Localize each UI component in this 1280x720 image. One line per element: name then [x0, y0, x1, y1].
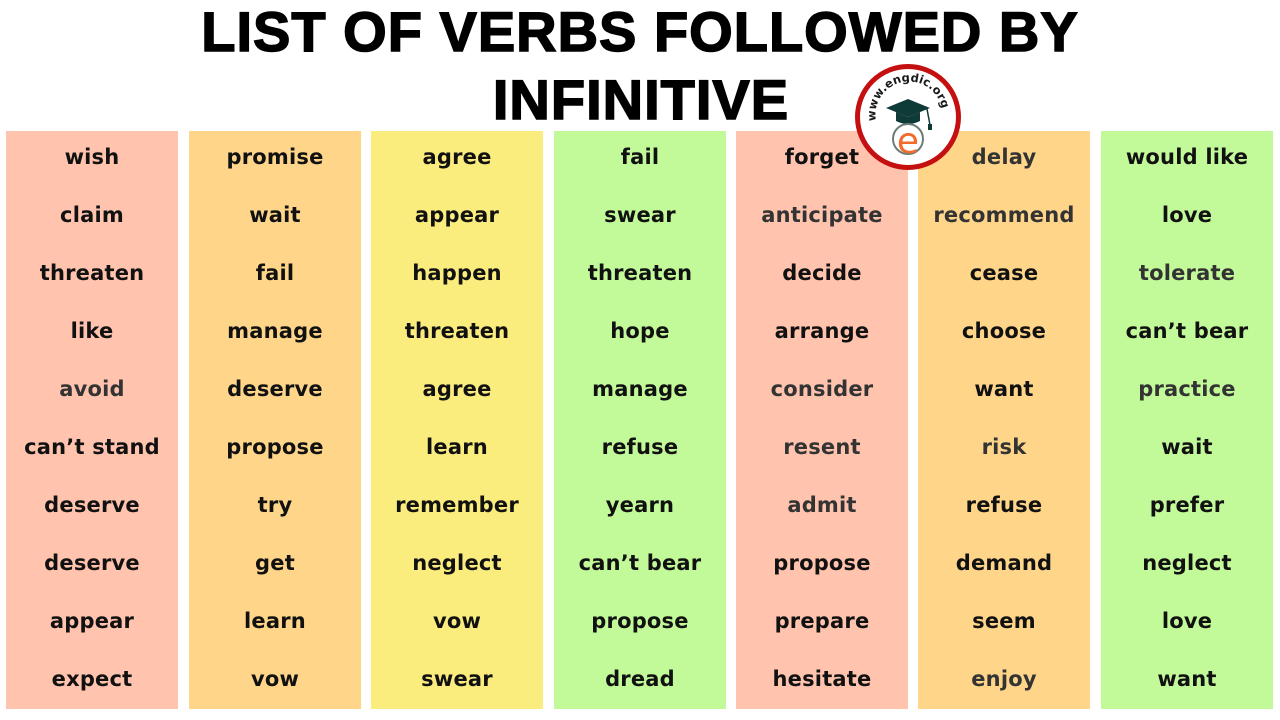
verb-column-3: agree appear happen threaten agree learn remem… [371, 131, 543, 709]
verb-column-4: fail swear threaten hope manage refuse yearn ca… [554, 131, 726, 709]
verb-item: dread [605, 667, 675, 691]
verb-item: agree [422, 145, 492, 169]
verb-item: learn [426, 435, 488, 459]
verb-item: tolerate [1138, 261, 1236, 285]
verb-item: appear [49, 609, 135, 633]
verb-item: try [257, 493, 293, 517]
verb-item: vow [432, 609, 482, 633]
verb-item: wait [249, 203, 301, 227]
verb-item: consider [770, 377, 874, 401]
verb-item: agree [422, 377, 492, 401]
verb-item: neglect [412, 551, 502, 575]
verb-item: arrange [774, 319, 870, 343]
verb-item: claim [60, 203, 124, 227]
verb-item: expect [51, 667, 133, 691]
verb-item: want [974, 377, 1034, 401]
verb-item: like [70, 319, 114, 343]
verb-item: vow [250, 667, 300, 691]
verb-item: fail [255, 261, 295, 285]
verb-item: cease [969, 261, 1039, 285]
verb-column-1: wish claim threaten like avoid can’t stand des… [6, 131, 178, 709]
verb-item: choose [961, 319, 1047, 343]
verb-item: seem [972, 609, 1036, 633]
verb-item: prefer [1149, 493, 1225, 517]
verb-column-5: forget anticipate decide arrange consider res… [736, 131, 908, 709]
verb-item: wait [1161, 435, 1213, 459]
verb-item: refuse [965, 493, 1043, 517]
verb-item: appear [414, 203, 500, 227]
verb-column-6: delay recommend cease choose want risk refuse d… [918, 131, 1090, 709]
verb-item: fail [620, 145, 660, 169]
verb-item: propose [226, 435, 324, 459]
verb-column-7: would like love tolerate can’t bear practice… [1101, 131, 1273, 709]
verb-item: resent [783, 435, 861, 459]
verb-item: yearn [605, 493, 675, 517]
verb-item: recommend [933, 203, 1075, 227]
verb-item: propose [773, 551, 871, 575]
verb-item: threaten [404, 319, 510, 343]
verb-item: admit [787, 493, 857, 517]
verb-item: hope [610, 319, 670, 343]
verb-item: deserve [44, 551, 140, 575]
verb-item: can’t stand [24, 435, 160, 459]
verb-item: learn [244, 609, 306, 633]
verb-item: remember [395, 493, 519, 517]
verb-item: want [1157, 667, 1217, 691]
verb-item: promise [226, 145, 324, 169]
page-title-line-2: INFINITIVE [492, 68, 790, 131]
verb-item: wish [64, 145, 120, 169]
verb-item: prepare [774, 609, 870, 633]
verb-column-2: promise wait fail manage deserve propose try ge… [189, 131, 361, 709]
verb-item: practice [1138, 377, 1236, 401]
verb-item: happen [412, 261, 502, 285]
verb-item: swear [421, 667, 493, 691]
verb-item: love [1161, 203, 1213, 227]
page-title-line-1: LIST OF VERBS FOLLOWED BY [201, 0, 1079, 63]
verb-item: neglect [1142, 551, 1232, 575]
verb-item: threaten [39, 261, 145, 285]
verb-item: love [1161, 609, 1213, 633]
verb-item: threaten [587, 261, 693, 285]
verb-item: swear [604, 203, 676, 227]
engdic-logo: www.engdic.org e [855, 64, 961, 170]
verb-item: anticipate [761, 203, 883, 227]
verb-item: hesitate [772, 667, 872, 691]
verb-item: risk [981, 435, 1027, 459]
verb-item: manage [592, 377, 688, 401]
verb-item: decide [782, 261, 862, 285]
verb-item: deserve [44, 493, 140, 517]
verb-item: deserve [227, 377, 323, 401]
verb-item: would like [1125, 145, 1249, 169]
verb-item: enjoy [971, 667, 1037, 691]
logo-letter-e: e [897, 121, 919, 162]
verb-item: manage [227, 319, 323, 343]
verb-item: propose [591, 609, 689, 633]
verb-item: refuse [601, 435, 679, 459]
verb-item: get [255, 551, 295, 575]
engdic-logo-graphic: www.engdic.org e [864, 70, 952, 162]
verb-item: avoid [59, 377, 125, 401]
verb-item: demand [955, 551, 1053, 575]
verb-item: can’t bear [578, 551, 702, 575]
verb-item: can’t bear [1125, 319, 1249, 343]
